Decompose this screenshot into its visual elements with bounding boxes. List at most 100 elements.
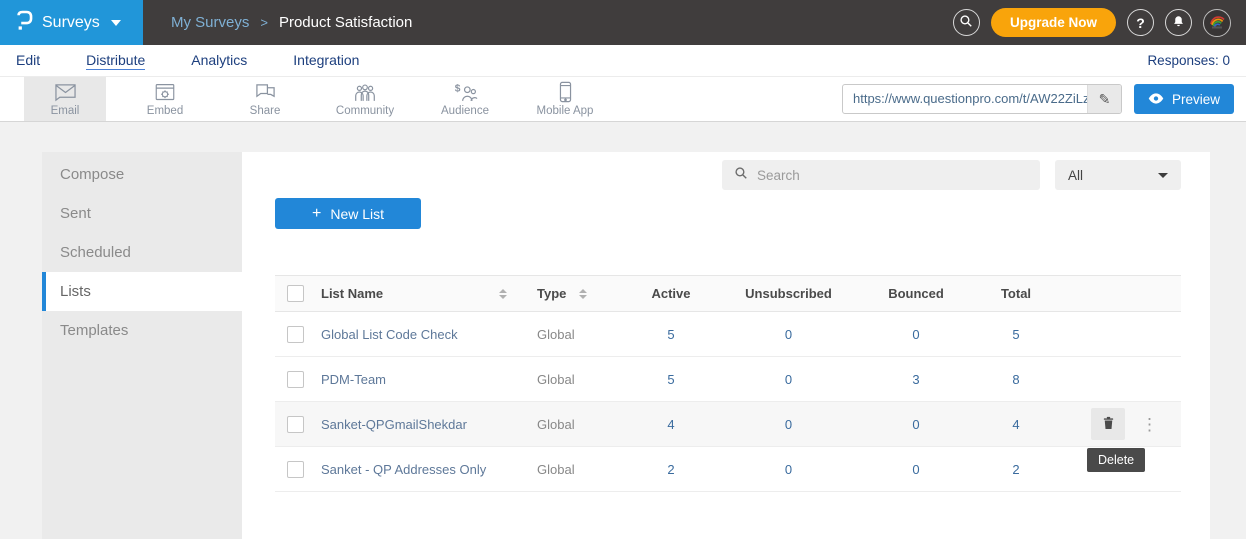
tab-distribute[interactable]: Distribute xyxy=(86,52,145,70)
active-count-link[interactable]: 2 xyxy=(667,462,674,477)
list-name-link[interactable]: Sanket - QP Addresses Only xyxy=(321,462,486,477)
column-bounced: Bounced xyxy=(861,286,971,301)
eye-icon xyxy=(1148,92,1164,107)
channel-label: Community xyxy=(336,105,394,117)
lists-panel: All + New List List Name xyxy=(242,152,1210,539)
column-total: Total xyxy=(971,286,1061,301)
row-checkbox[interactable] xyxy=(287,461,304,478)
column-type[interactable]: Type xyxy=(537,286,566,301)
breadcrumb-my-surveys[interactable]: My Surveys xyxy=(171,14,249,31)
bounced-count-link[interactable]: 3 xyxy=(912,372,919,387)
table-row[interactable]: PDM-Team Global 5 0 3 8 xyxy=(275,357,1181,402)
channel-embed[interactable]: Embed xyxy=(124,77,206,121)
share-icon xyxy=(253,82,278,103)
search-icon xyxy=(734,166,748,185)
bounced-count-link[interactable]: 0 xyxy=(912,462,919,477)
new-list-label: New List xyxy=(330,206,384,222)
total-count-link[interactable]: 4 xyxy=(1012,417,1019,432)
breadcrumb: My Surveys > Product Satisfaction xyxy=(171,14,412,31)
unsubscribed-count-link[interactable]: 0 xyxy=(785,417,792,432)
active-count-link[interactable]: 5 xyxy=(667,327,674,342)
upgrade-now-button[interactable]: Upgrade Now xyxy=(991,8,1116,37)
table-row[interactable]: Global List Code Check Global 5 0 0 5 xyxy=(275,312,1181,357)
sidebar-item-scheduled[interactable]: Scheduled xyxy=(42,233,242,272)
search-button[interactable] xyxy=(953,9,980,36)
unsubscribed-count-link[interactable]: 0 xyxy=(785,462,792,477)
list-type-value: Global xyxy=(537,462,575,477)
help-button[interactable]: ? xyxy=(1127,9,1154,36)
svg-text:$: $ xyxy=(455,83,461,94)
bounced-count-link[interactable]: 0 xyxy=(912,417,919,432)
channel-mobile-app[interactable]: Mobile App xyxy=(524,77,606,121)
row-checkbox[interactable] xyxy=(287,326,304,343)
top-header: Surveys My Surveys > Product Satisfactio… xyxy=(0,0,1246,45)
preview-button[interactable]: Preview xyxy=(1134,84,1234,114)
select-all-checkbox[interactable] xyxy=(287,285,304,302)
list-search[interactable] xyxy=(722,160,1040,190)
user-avatar[interactable] xyxy=(1203,9,1231,37)
responses-count[interactable]: Responses: 0 xyxy=(1147,53,1230,68)
tab-edit[interactable]: Edit xyxy=(16,52,40,69)
survey-url-value[interactable]: https://www.questionpro.com/t/AW22ZiLz6 xyxy=(843,85,1087,113)
list-name-link[interactable]: Sanket-QPGmailShekdar xyxy=(321,417,467,432)
lists-table: List Name Type Active Unsubscribed Bounc… xyxy=(275,275,1181,492)
product-switcher[interactable]: Surveys xyxy=(0,0,143,45)
channel-email[interactable]: Email xyxy=(24,77,106,121)
channel-share[interactable]: Share xyxy=(224,77,306,121)
list-type-value: Global xyxy=(537,372,575,387)
mobile-app-icon xyxy=(559,81,572,103)
active-count-link[interactable]: 5 xyxy=(667,372,674,387)
preview-label: Preview xyxy=(1172,92,1220,107)
channel-community[interactable]: Community xyxy=(324,77,406,121)
channel-audience[interactable]: $ Audience xyxy=(424,77,506,121)
sidebar-item-sent[interactable]: Sent xyxy=(42,194,242,233)
email-sidebar: Compose Sent Scheduled Lists Templates xyxy=(42,152,242,539)
plus-icon: + xyxy=(312,205,321,223)
row-actions: ⋮ Delete xyxy=(1061,408,1181,440)
channel-label: Email xyxy=(51,105,80,117)
table-row[interactable]: Sanket - QP Addresses Only Global 2 0 0 … xyxy=(275,447,1181,492)
row-checkbox[interactable] xyxy=(287,416,304,433)
survey-url-field[interactable]: https://www.questionpro.com/t/AW22ZiLz6 … xyxy=(842,84,1122,114)
search-icon xyxy=(959,14,973,31)
bounced-count-link[interactable]: 0 xyxy=(912,327,919,342)
new-list-button[interactable]: + New List xyxy=(275,198,421,229)
row-menu-icon[interactable]: ⋮ xyxy=(1141,416,1158,433)
notifications-button[interactable] xyxy=(1165,9,1192,36)
bell-icon xyxy=(1172,15,1185,31)
active-count-link[interactable]: 4 xyxy=(667,417,674,432)
edit-url-button[interactable]: ✎ xyxy=(1087,85,1121,113)
embed-icon xyxy=(154,82,176,103)
sidebar-item-lists[interactable]: Lists xyxy=(42,272,242,311)
pencil-icon: ✎ xyxy=(1099,91,1111,108)
column-unsubscribed: Unsubscribed xyxy=(716,286,861,301)
tab-analytics[interactable]: Analytics xyxy=(191,52,247,69)
total-count-link[interactable]: 2 xyxy=(1012,462,1019,477)
community-icon xyxy=(352,82,378,103)
unsubscribed-count-link[interactable]: 0 xyxy=(785,327,792,342)
total-count-link[interactable]: 5 xyxy=(1012,327,1019,342)
list-type-filter[interactable]: All xyxy=(1055,160,1181,190)
trash-icon xyxy=(1101,415,1116,434)
sidebar-item-templates[interactable]: Templates xyxy=(42,311,242,350)
list-name-link[interactable]: Global List Code Check xyxy=(321,327,458,342)
filter-value: All xyxy=(1068,168,1083,183)
table-body: Global List Code Check Global 5 0 0 5 PD… xyxy=(275,312,1181,492)
sort-icon[interactable] xyxy=(579,289,587,299)
sidebar-item-compose[interactable]: Compose xyxy=(42,155,242,194)
unsubscribed-count-link[interactable]: 0 xyxy=(785,372,792,387)
help-icon: ? xyxy=(1136,15,1145,31)
table-row[interactable]: Sanket-QPGmailShekdar Global 4 0 0 4 ⋮ D… xyxy=(275,402,1181,447)
column-list-name[interactable]: List Name xyxy=(321,286,383,301)
column-active: Active xyxy=(626,286,716,301)
list-name-link[interactable]: PDM-Team xyxy=(321,372,386,387)
search-input[interactable] xyxy=(757,168,1028,183)
delete-list-button[interactable] xyxy=(1091,408,1125,440)
page-body: Compose Sent Scheduled Lists Templates A… xyxy=(0,122,1246,539)
sort-icon[interactable] xyxy=(499,289,507,299)
list-type-value: Global xyxy=(537,417,575,432)
tab-integration[interactable]: Integration xyxy=(293,52,359,69)
total-count-link[interactable]: 8 xyxy=(1012,372,1019,387)
row-checkbox[interactable] xyxy=(287,371,304,388)
toolbar-right: https://www.questionpro.com/t/AW22ZiLz6 … xyxy=(842,77,1246,121)
